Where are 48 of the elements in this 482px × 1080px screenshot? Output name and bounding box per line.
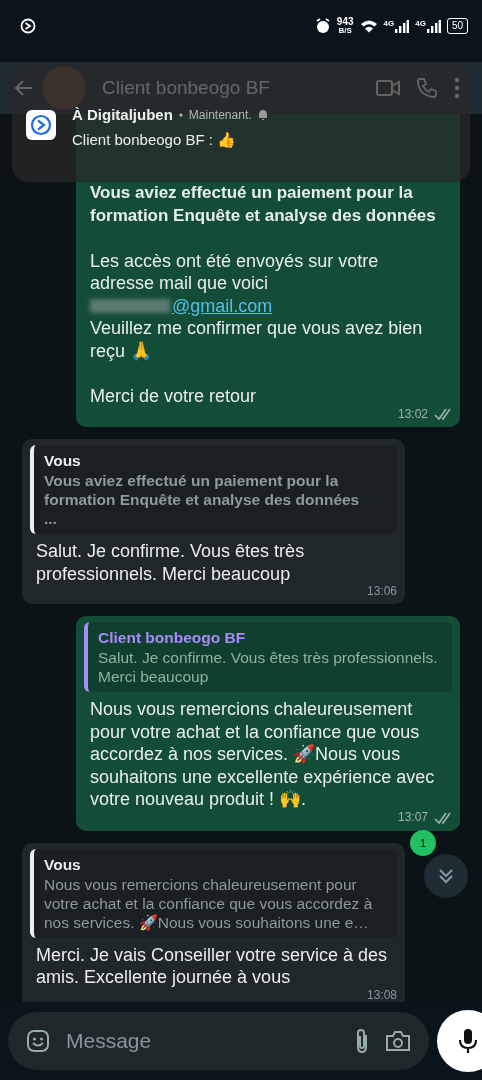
message-bubble[interactable]: Vous Vous aviez effectué un paiement pour la formation Enquête et analyse des données ... Salut. Je confirme. Vous êtes très professionnels. Merci beaucoup 13:06 <box>22 439 405 604</box>
app-name: À Digitaljuben <box>72 106 173 123</box>
message-text: Merci. Je vais Conseiller votre service à des amis. Excellente journée à vous <box>36 943 389 989</box>
email-link[interactable]: @gmail.com <box>172 294 273 317</box>
message-text: Merci de votre retour <box>90 384 258 407</box>
message-time: 13:06 <box>366 585 397 598</box>
message-text: Les accès ont été envoyés sur votre adresse mail que voici <box>90 249 380 295</box>
dot-separator-icon <box>177 111 184 118</box>
alarm-icon <box>314 18 331 34</box>
message-input[interactable]: Message <box>64 1028 339 1054</box>
quote-text: Nous vous remercions chaleureusement pour votre achat et la confiance que vous accordez à nos services. 🚀Nous vous souhaitons une e… <box>44 874 374 932</box>
network-type: 4G <box>415 19 426 28</box>
message-bubble[interactable] <box>76 616 460 831</box>
bell-icon <box>256 108 269 121</box>
network-speed: 943 <box>336 17 354 27</box>
app-logo-icon <box>20 18 36 34</box>
speed-unit: B/S <box>338 27 352 35</box>
wifi-icon <box>359 19 378 33</box>
message-time: 13:08 <box>366 988 397 1002</box>
sticker-icon[interactable] <box>26 1029 50 1053</box>
quote-text: Salut. Je confirme. Vous êtes très professionnels. Merci beaucoup <box>98 648 439 686</box>
quote-author: Vous <box>44 451 82 471</box>
quoted-message[interactable]: Client bonbeogo BF Salut. Je confirme. Vous êtes très professionnels. Merci beaucoup <box>84 622 452 692</box>
quoted-message[interactable]: Vous Vous aviez effectué un paiement pour la formation Enquête et analyse des données ... <box>30 445 397 534</box>
message-field[interactable]: Message <box>8 1012 429 1070</box>
quote-text: Vous aviez effectué un paiement pour la formation Enquête et analyse des données ... <box>44 471 361 528</box>
message-text: Nous vous remercions chaleureusement pour votre achat et la confiance que vous accordez à nos services. 🚀Nous vous souhaitons une excellente expérience avec votre nouveau produit ! 🙌. <box>90 698 436 811</box>
network-type: 4G <box>383 19 395 28</box>
message-bubble[interactable] <box>22 842 405 1002</box>
message-time: 13:02 <box>397 407 428 421</box>
message-text: Salut. Je confirme. Vous êtes très professionnels. Merci beaucoup <box>36 540 306 585</box>
signal-icon <box>395 19 410 33</box>
quote-author: Vous <box>44 854 82 875</box>
double-chevron-down-icon <box>437 867 455 885</box>
unread-badge: 1 <box>410 830 436 856</box>
microphone-button[interactable] <box>437 1010 482 1072</box>
message-text: Vous aviez effectué un paiement pour la formation Enquête et analyse des données <box>90 182 437 227</box>
signal-icon <box>426 19 441 33</box>
microphone-icon <box>458 1028 478 1054</box>
quoted-message[interactable]: Vous Nous vous remercions chaleureusement pour votre achat et la confiance que vous accordez à nos services. 🚀Nous vous souhaitons une e… <box>30 848 397 938</box>
battery-indicator: 50 <box>446 18 468 34</box>
notification-time: Maintenant. <box>188 107 252 122</box>
notification-text: Client bonbeogo BF : 👍 <box>72 131 238 149</box>
scroll-down-button[interactable] <box>424 854 468 898</box>
camera-icon[interactable] <box>385 1030 411 1052</box>
message-text: Veuillez me confirmer que vous avez bien reçu 🙏 <box>90 317 424 362</box>
quote-author: Client bonbeogo BF <box>98 628 247 648</box>
message-time: 13:07 <box>397 811 428 824</box>
